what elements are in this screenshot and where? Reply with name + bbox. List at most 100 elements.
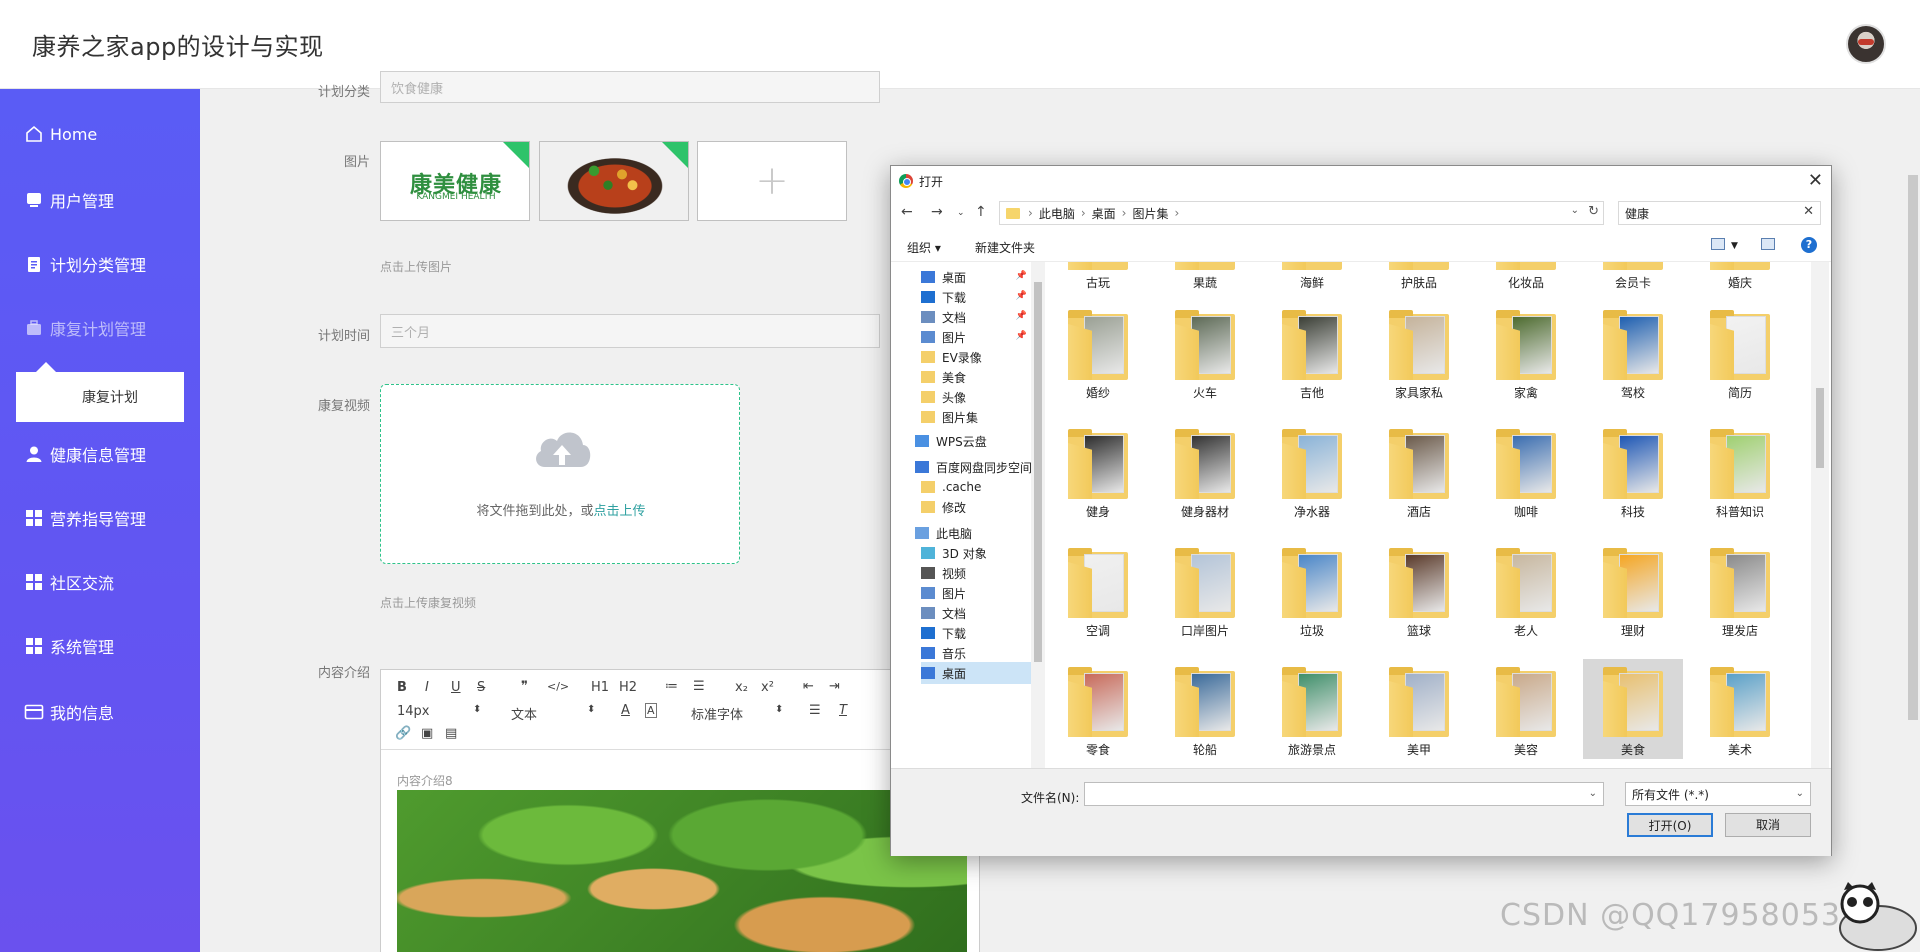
nav-item[interactable]: 下载: [921, 622, 966, 644]
folder-item[interactable]: 家禽: [1476, 302, 1576, 402]
quote-button[interactable]: ❞: [521, 679, 528, 694]
bold-button[interactable]: B: [397, 680, 407, 695]
folder-item[interactable]: 篮球: [1369, 540, 1469, 640]
file-scrollbar[interactable]: [1811, 262, 1829, 768]
help-icon[interactable]: ?: [1801, 237, 1817, 253]
sidebar-item-rehab-plan[interactable]: 康复计划管理: [0, 308, 200, 348]
folder-item[interactable]: 健身器材: [1155, 421, 1255, 521]
indent-button[interactable]: ⇥: [829, 679, 840, 694]
nav-item[interactable]: 视频: [921, 562, 966, 584]
folder-item[interactable]: 简历: [1690, 302, 1790, 402]
sidebar-item-home[interactable]: Home: [0, 114, 200, 154]
nav-scrollbar[interactable]: [1031, 262, 1045, 768]
folder-item[interactable]: 美容: [1476, 659, 1576, 759]
chevron-down-icon[interactable]: ⌄: [1589, 788, 1597, 799]
nav-item[interactable]: 百度网盘同步空间: [915, 456, 1031, 478]
clear-search-icon[interactable]: ✕: [1803, 204, 1814, 219]
sidebar-item-community[interactable]: 社区交流: [0, 562, 200, 602]
folder-item[interactable]: 古玩: [1048, 262, 1148, 292]
image-icon[interactable]: ▣: [421, 726, 433, 741]
folder-item[interactable]: 旅游景点: [1262, 659, 1362, 759]
folder-item[interactable]: 酒店: [1369, 421, 1469, 521]
cancel-button[interactable]: 取消: [1725, 813, 1811, 837]
clear-format-icon[interactable]: T: [839, 703, 847, 718]
outdent-button[interactable]: ⇤: [803, 679, 814, 694]
folder-item[interactable]: 理发店: [1690, 540, 1790, 640]
category-select[interactable]: 饮食健康: [380, 71, 880, 103]
recent-locations-icon[interactable]: ⌄: [957, 208, 965, 218]
subscript-button[interactable]: x₂: [735, 680, 748, 695]
folder-item[interactable]: 理财: [1583, 540, 1683, 640]
nav-item[interactable]: 文档: [921, 602, 966, 624]
new-folder-button[interactable]: 新建文件夹: [975, 239, 1035, 256]
user-avatar[interactable]: [1846, 24, 1886, 64]
folder-item[interactable]: 护肤品: [1369, 262, 1469, 292]
text-style-select[interactable]: 文本: [511, 704, 537, 723]
breadcrumb-desktop[interactable]: 桌面: [1092, 205, 1116, 222]
folder-item[interactable]: 美食: [1583, 659, 1683, 759]
folder-item[interactable]: 轮船: [1155, 659, 1255, 759]
link-icon[interactable]: 🔗: [395, 726, 411, 741]
folder-item[interactable]: 家具家私: [1369, 302, 1469, 402]
page-scrollbar[interactable]: [1906, 165, 1920, 725]
folder-item[interactable]: 零食: [1048, 659, 1148, 759]
nav-item[interactable]: 桌面: [921, 662, 1031, 684]
underline-button[interactable]: U: [451, 680, 461, 695]
folder-item[interactable]: 咖啡: [1476, 421, 1576, 521]
add-image-button[interactable]: +: [697, 141, 847, 221]
folder-item[interactable]: 火车: [1155, 302, 1255, 402]
chevron-down-icon[interactable]: ⌄: [1571, 205, 1579, 216]
nav-item[interactable]: 图片: [921, 326, 966, 348]
refresh-icon[interactable]: ↻: [1588, 204, 1599, 219]
strike-button[interactable]: S: [477, 680, 485, 695]
font-family-select[interactable]: 标准字体: [691, 704, 743, 723]
font-size-select[interactable]: 14px: [397, 704, 430, 719]
back-arrow-icon[interactable]: ←: [901, 204, 913, 220]
nav-item[interactable]: 下载: [921, 286, 966, 308]
submenu-item-rehab-plan[interactable]: 康复计划: [16, 372, 184, 422]
video-upload-dropzone[interactable]: 将文件拖到此处，或点击上传: [380, 384, 740, 564]
folder-item[interactable]: 会员卡: [1583, 262, 1683, 292]
breadcrumb-pictures[interactable]: 图片集: [1132, 205, 1168, 222]
open-button[interactable]: 打开(O): [1627, 813, 1713, 837]
folder-item[interactable]: 垃圾: [1262, 540, 1362, 640]
nav-item[interactable]: .cache: [921, 476, 981, 498]
folder-item[interactable]: 果蔬: [1155, 262, 1255, 292]
sidebar-item-system[interactable]: 系统管理: [0, 626, 200, 666]
chevron-down-icon[interactable]: ▼: [1731, 241, 1738, 251]
preview-pane-icon[interactable]: [1761, 238, 1775, 250]
nav-item[interactable]: 美食: [921, 366, 966, 388]
filetype-select[interactable]: 所有文件 (*.*) ⌄: [1625, 782, 1811, 806]
folder-item[interactable]: 口岸图片: [1155, 540, 1255, 640]
forward-arrow-icon[interactable]: →: [931, 204, 943, 220]
nav-item[interactable]: WPS云盘: [915, 430, 987, 452]
font-color-icon[interactable]: A: [621, 703, 630, 718]
sidebar-item-users[interactable]: 用户管理: [0, 180, 200, 220]
italic-button[interactable]: I: [425, 680, 429, 695]
sidebar-item-nutrition[interactable]: 营养指导管理: [0, 498, 200, 538]
folder-item[interactable]: 吉他: [1262, 302, 1362, 402]
nav-item[interactable]: 此电脑: [915, 522, 972, 544]
folder-item[interactable]: 婚庆: [1690, 262, 1790, 292]
nav-item[interactable]: 音乐: [921, 642, 966, 664]
highlight-icon[interactable]: A: [645, 703, 657, 718]
align-icon[interactable]: ☰: [809, 703, 821, 718]
sidebar-item-plan-category[interactable]: 计划分类管理: [0, 244, 200, 284]
folder-item[interactable]: 美甲: [1369, 659, 1469, 759]
nav-item[interactable]: 桌面: [921, 266, 966, 288]
code-button[interactable]: </>: [547, 680, 569, 693]
h1-button[interactable]: H1: [591, 680, 609, 695]
folder-item[interactable]: 老人: [1476, 540, 1576, 640]
folder-item[interactable]: 科普知识: [1690, 421, 1790, 521]
uploaded-image-food[interactable]: [539, 141, 689, 221]
folder-item[interactable]: 美术: [1690, 659, 1790, 759]
address-bar[interactable]: › 此电脑 › 桌面 › 图片集 › ⌄ ↻: [999, 201, 1604, 225]
search-input[interactable]: 健康 ✕: [1618, 201, 1821, 225]
nav-item[interactable]: 3D 对象: [921, 542, 987, 564]
nav-item[interactable]: 头像: [921, 386, 966, 408]
superscript-button[interactable]: x²: [761, 680, 774, 695]
nav-item[interactable]: 修改: [921, 496, 966, 518]
folder-item[interactable]: 空调: [1048, 540, 1148, 640]
filename-input[interactable]: ⌄: [1084, 782, 1604, 806]
folder-item[interactable]: 净水器: [1262, 421, 1362, 521]
